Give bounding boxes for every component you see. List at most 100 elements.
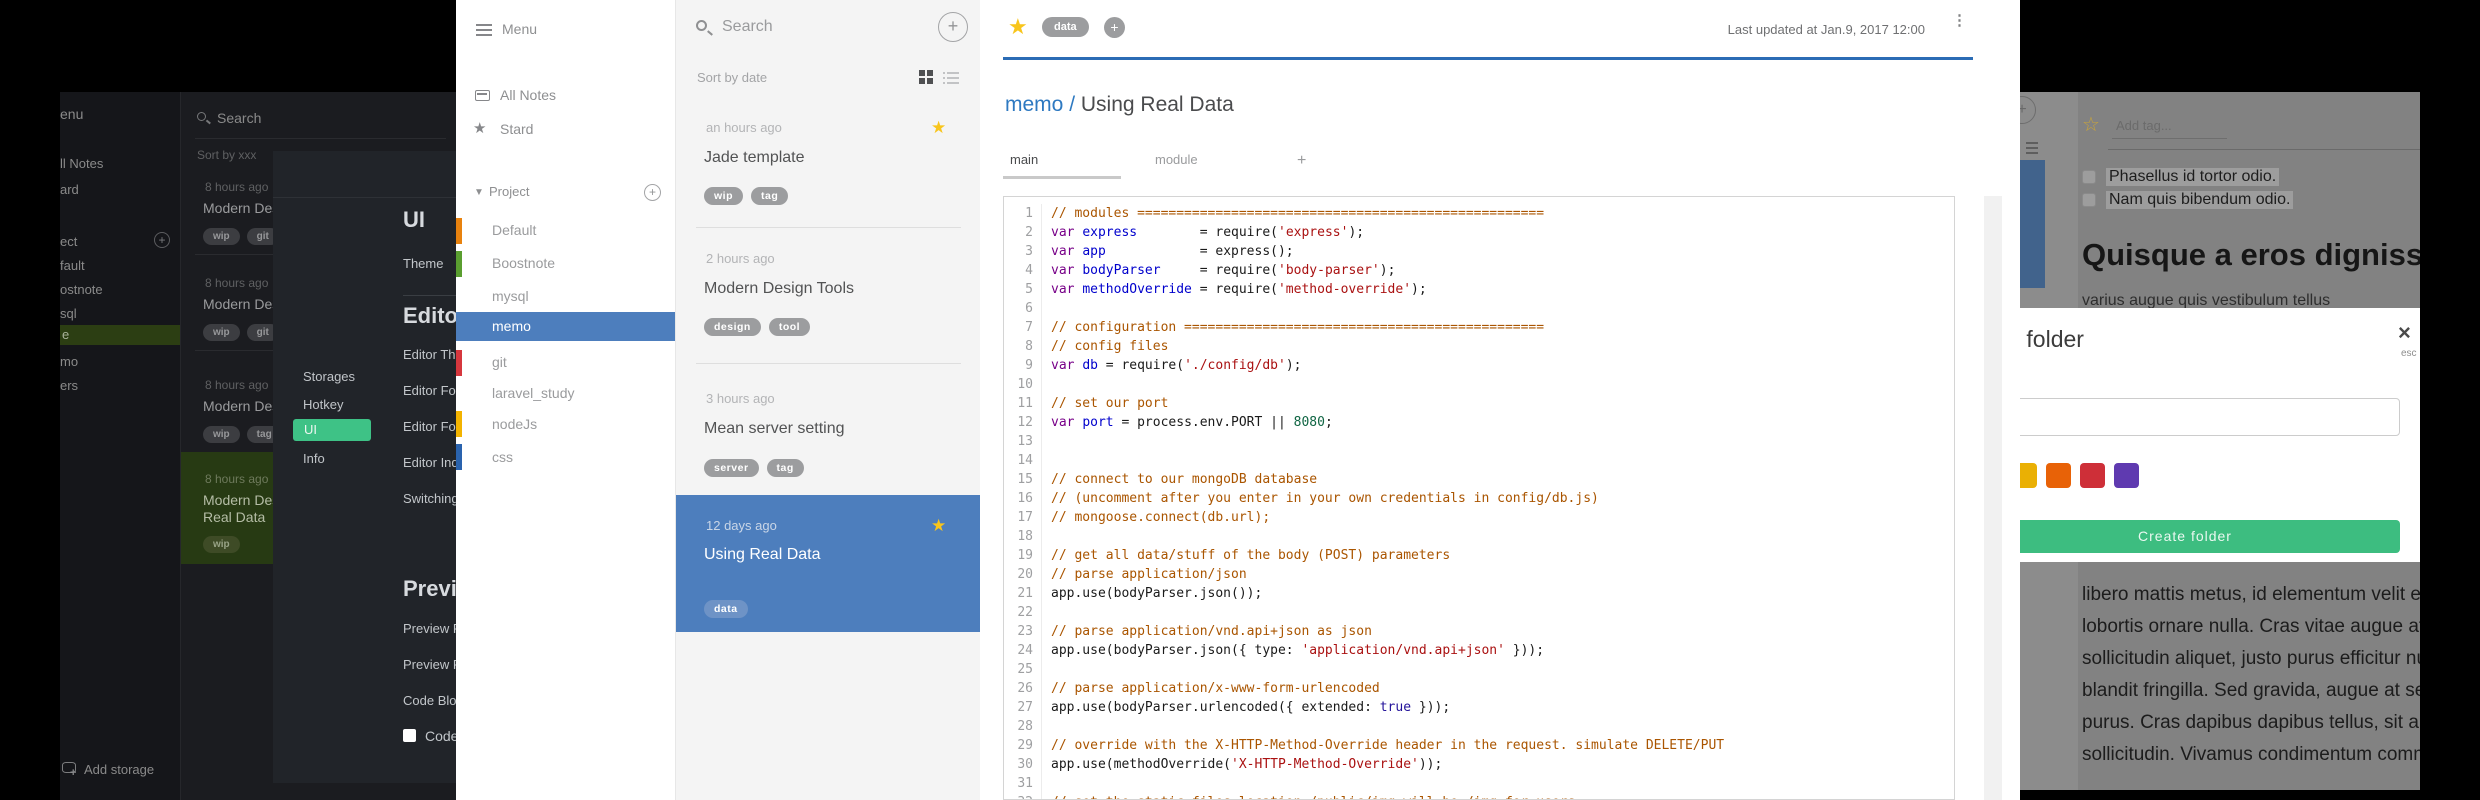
code-editor[interactable]: 1 // modules ============================…: [1003, 196, 1955, 800]
code-line[interactable]: 15 // connect to our mongoDB database: [1004, 470, 1954, 489]
sidebar-folder-nodejs[interactable]: nodeJs: [492, 416, 537, 432]
breadcrumb-folder[interactable]: memo: [1005, 93, 1063, 116]
menu-icon[interactable]: [476, 24, 492, 26]
code-line[interactable]: 27 app.use(bodyParser.urlencoded({ extend…: [1004, 698, 1954, 717]
search-input[interactable]: Search: [722, 18, 773, 36]
add-tag-button[interactable]: +: [1104, 17, 1125, 38]
code-line[interactable]: 13: [1004, 432, 1954, 451]
grid-view-icon[interactable]: [919, 70, 934, 85]
code-line[interactable]: 3 var app = express();: [1004, 242, 1954, 261]
code-line[interactable]: 11 // set our port: [1004, 394, 1954, 413]
settings-switching[interactable]: Switching: [403, 491, 456, 506]
settings-editor-font-family[interactable]: Editor For: [403, 419, 456, 434]
tab-main[interactable]: main: [1010, 152, 1038, 167]
code-line[interactable]: 28: [1004, 717, 1954, 736]
code-line[interactable]: 6: [1004, 299, 1954, 318]
sort-by-selector[interactable]: Sort by date: [697, 70, 767, 85]
sidebar-folder-git[interactable]: git: [492, 354, 507, 370]
background-add-storage[interactable]: Add storage: [84, 762, 154, 777]
checkbox[interactable]: [2082, 170, 2096, 184]
code-line[interactable]: 31: [1004, 774, 1954, 793]
sidebar-folder-css[interactable]: css: [492, 449, 513, 465]
background-folder-item-selected[interactable]: e: [60, 325, 180, 345]
settings-nav-hotkey[interactable]: Hotkey: [303, 397, 343, 412]
code-line[interactable]: 25: [1004, 660, 1954, 679]
kebab-menu-icon[interactable]: ⋮: [1952, 13, 1967, 28]
new-note-button[interactable]: +: [938, 12, 968, 42]
settings-editor-font-size[interactable]: Editor For: [403, 383, 456, 398]
star-outline-icon[interactable]: ☆: [2082, 112, 2100, 137]
background-folder-item[interactable]: sql: [60, 306, 77, 321]
code-line[interactable]: 19 // get all data/stuff of the body (POS…: [1004, 546, 1954, 565]
background-all-notes[interactable]: ll Notes: [60, 156, 103, 171]
background-folder-item[interactable]: ers: [60, 378, 78, 393]
code-line[interactable]: 17 // mongoose.connect(db.url);: [1004, 508, 1954, 527]
star-icon[interactable]: ★: [1008, 14, 1028, 40]
code-line[interactable]: 24 app.use(bodyParser.json({ type: 'appli…: [1004, 641, 1954, 660]
sidebar-item-starred[interactable]: Stard: [500, 121, 533, 137]
code-line[interactable]: 22: [1004, 603, 1954, 622]
color-swatch-orange[interactable]: [2046, 463, 2071, 488]
close-icon[interactable]: ×: [2398, 320, 2411, 346]
settings-editor-theme[interactable]: Editor Th: [403, 347, 456, 362]
background-menu-label[interactable]: enu: [60, 106, 83, 122]
checkbox[interactable]: [2082, 193, 2096, 207]
tab-module[interactable]: module: [1155, 152, 1198, 167]
code-line[interactable]: 18: [1004, 527, 1954, 546]
sidebar-folder-memo-selected[interactable]: memo: [456, 312, 675, 341]
background-project-label[interactable]: ect: [60, 234, 77, 249]
settings-nav-info[interactable]: Info: [303, 451, 325, 466]
background-add-folder-icon[interactable]: +: [154, 232, 170, 248]
settings-checkbox[interactable]: [403, 729, 416, 742]
settings-nav-ui-selected[interactable]: UI: [293, 419, 371, 441]
create-folder-button[interactable]: Create folder: [2020, 520, 2400, 553]
background-folder-item[interactable]: mo: [60, 354, 78, 369]
background-sort-label[interactable]: Sort by xxx: [197, 148, 256, 162]
menu-icon[interactable]: [476, 29, 492, 31]
settings-editor-indent[interactable]: Editor Ind: [403, 455, 456, 470]
chevron-down-icon[interactable]: ▼: [474, 187, 484, 198]
sidebar-item-all-notes[interactable]: All Notes: [500, 87, 556, 103]
star-icon[interactable]: ★: [931, 516, 946, 536]
code-line[interactable]: 10: [1004, 375, 1954, 394]
code-line[interactable]: 23 // parse application/vnd.api+json as j…: [1004, 622, 1954, 641]
color-swatch-purple[interactable]: [2114, 463, 2139, 488]
sidebar-folder-laravel-study[interactable]: laravel_study: [492, 385, 575, 401]
add-folder-icon[interactable]: +: [644, 184, 661, 201]
list-view-icon[interactable]: [943, 72, 959, 84]
color-swatch-gold[interactable]: [2020, 463, 2037, 488]
background-search-input[interactable]: Search: [217, 110, 261, 126]
code-line[interactable]: 32 // set the static files location /publ…: [1004, 793, 1954, 799]
code-line[interactable]: 2 var express = require('express');: [1004, 223, 1954, 242]
background-folder-item[interactable]: fault: [60, 258, 85, 273]
settings-theme-label[interactable]: Theme: [403, 256, 443, 271]
code-line[interactable]: 5 var methodOverride = require('method-ov…: [1004, 280, 1954, 299]
code-line[interactable]: 21 app.use(bodyParser.json());: [1004, 584, 1954, 603]
code-line[interactable]: 4 var bodyParser = require('body-parser')…: [1004, 261, 1954, 280]
add-tab-button[interactable]: +: [1297, 152, 1306, 170]
code-line[interactable]: 20 // parse application/json: [1004, 565, 1954, 584]
code-line[interactable]: 16 // (uncomment after you enter in your …: [1004, 489, 1954, 508]
folder-name-input[interactable]: [2020, 398, 2400, 436]
code-line[interactable]: 1 // modules ============================…: [1004, 204, 1954, 223]
code-line[interactable]: 30 app.use(methodOverride('X-HTTP-Method-…: [1004, 755, 1954, 774]
note-card-selected[interactable]: 12 days ago ★ Using Real Data data: [676, 495, 981, 632]
sidebar-folder-boostnote[interactable]: Boostnote: [492, 255, 555, 271]
code-line[interactable]: 7 // configuration ======================…: [1004, 318, 1954, 337]
sidebar-folder-mysql[interactable]: mysql: [492, 288, 529, 304]
add-tag-input[interactable]: Add tag...: [2116, 118, 2172, 133]
code-line[interactable]: 8 // config files: [1004, 337, 1954, 356]
settings-preview-font[interactable]: Preview F: [403, 621, 456, 636]
sidebar-folder-default[interactable]: Default: [492, 222, 536, 238]
background-starred[interactable]: ard: [60, 182, 79, 197]
settings-nav-storages[interactable]: Storages: [303, 369, 355, 384]
code-line[interactable]: 9 var db = require('./config/db');: [1004, 356, 1954, 375]
settings-preview-font-family[interactable]: Preview F: [403, 657, 456, 672]
settings-code-block[interactable]: Code Blo: [403, 693, 456, 708]
menu-label[interactable]: Menu: [502, 21, 537, 37]
menu-icon[interactable]: [476, 34, 492, 36]
editor-scrollbar[interactable]: [1984, 196, 2002, 800]
code-line[interactable]: 26 // parse application/x-www-form-urlenc…: [1004, 679, 1954, 698]
background-folder-item[interactable]: ostnote: [60, 282, 103, 297]
project-label[interactable]: Project: [489, 184, 529, 199]
